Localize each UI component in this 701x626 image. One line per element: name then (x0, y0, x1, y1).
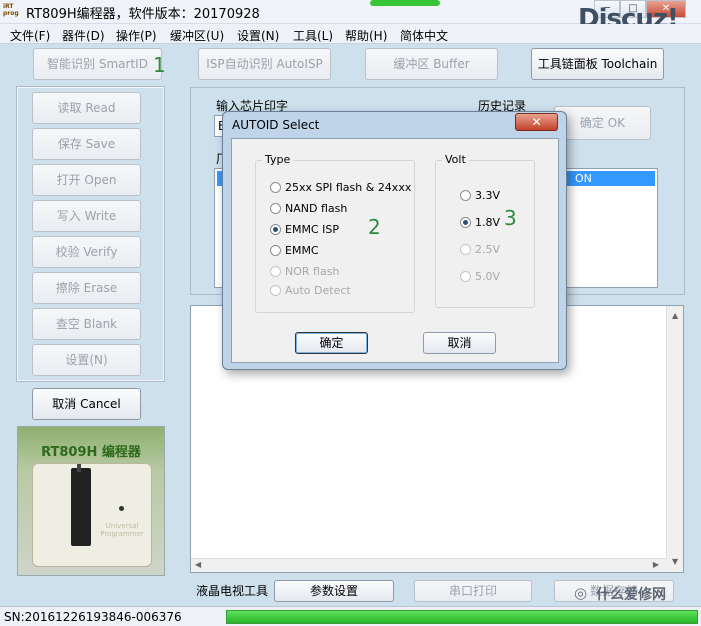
dialog-ok-button[interactable]: 确定 (295, 332, 368, 354)
site-watermark-text: 什么爱修网 (596, 587, 666, 603)
dialog-title: AUTOID Select (232, 118, 320, 132)
dialog-cancel-button[interactable]: 取消 (423, 332, 496, 354)
zif-socket (71, 468, 91, 546)
volt-option-2v5-label: 2.5V (475, 243, 501, 256)
type-option-emmc[interactable]: EMMC (270, 244, 319, 257)
write-button[interactable]: 写入 Write (32, 200, 141, 232)
volt-group-label: Volt (442, 153, 469, 166)
annotation-mark-3: 3 (504, 206, 517, 230)
type-option-auto-label: Auto Detect (285, 284, 351, 297)
volt-option-3v3-label: 3.3V (475, 189, 501, 202)
radio-icon[interactable] (270, 182, 281, 193)
progress-bar (226, 610, 698, 624)
buffer-button[interactable]: 缓冲区 Buffer (365, 48, 498, 80)
title-bar: iRT prog RT809H编程器，软件版本：20170928 ─ □ ✕ D… (0, 0, 701, 34)
volt-option-3v3[interactable]: 3.3V (460, 189, 500, 202)
progress-indicator-top (370, 0, 440, 6)
log-hscrollbar[interactable]: ◀ ▶ (191, 558, 667, 572)
window-title: RT809H编程器，软件版本：20170928 (26, 7, 260, 22)
menu-language[interactable]: 简体中文 (400, 27, 448, 44)
radio-icon (270, 266, 281, 277)
menu-help[interactable]: 帮助(H) (345, 27, 387, 44)
autoid-select-dialog: AUTOID Select ✕ Type 25xx SPI flash & 24… (222, 111, 567, 370)
type-option-emmc-isp-label: EMMC ISP (285, 223, 339, 236)
product-label: RT809H 编程器 (41, 445, 141, 460)
scroll-down-arrow-icon[interactable]: ▼ (672, 557, 678, 566)
volt-option-2v5: 2.5V (460, 243, 500, 256)
type-option-nand-label: NAND flash (285, 202, 348, 215)
scroll-right-arrow-icon[interactable]: ▶ (653, 560, 659, 569)
menu-bar: 文件(F) 器件(D) 操作(P) 缓冲区(U) 设置(N) 工具(L) 帮助(… (0, 24, 701, 44)
erase-button[interactable]: 擦除 Erase (32, 272, 141, 304)
type-option-auto: Auto Detect (270, 284, 351, 297)
radio-checked-icon[interactable] (460, 217, 471, 228)
dialog-close-icon[interactable]: ✕ (515, 113, 558, 131)
type-option-spi-label: 25xx SPI flash & 24xxx (285, 181, 412, 194)
menu-file[interactable]: 文件(F) (10, 27, 50, 44)
radio-icon[interactable] (460, 190, 471, 201)
radio-checked-icon[interactable] (270, 224, 281, 235)
ok-button[interactable]: 确定 OK (554, 106, 651, 140)
socket-lever (77, 464, 81, 472)
menu-settings[interactable]: 设置(N) (237, 27, 279, 44)
type-groupbox: Type 25xx SPI flash & 24xxx NAND flash E… (255, 153, 415, 313)
serial-print-button[interactable]: 串口打印 (414, 580, 532, 602)
volt-option-5v0: 5.0V (460, 270, 500, 283)
volt-groupbox: Volt 3.3V 1.8V 2.5V 5.0V 3 (435, 153, 535, 308)
annotation-mark-1: 1 (153, 53, 166, 77)
radio-icon (270, 285, 281, 296)
type-option-nor-label: NOR flash (285, 265, 340, 278)
status-bar: SN:20161226193846-006376 (0, 606, 701, 626)
radio-icon[interactable] (270, 203, 281, 214)
volt-option-1v8-label: 1.8V (475, 216, 501, 229)
product-image: RT809H 编程器 Universal Programmer (17, 426, 165, 576)
device-text: Universal Programmer (100, 522, 144, 538)
annotation-mark-2: 2 (368, 215, 381, 239)
volt-option-1v8[interactable]: 1.8V (460, 216, 500, 229)
type-option-nand[interactable]: NAND flash (270, 202, 347, 215)
app-icon: iRT prog (3, 3, 19, 17)
menu-device[interactable]: 器件(D) (62, 27, 105, 44)
volt-option-5v0-label: 5.0V (475, 270, 501, 283)
param-settings-button[interactable]: 参数设置 (274, 580, 394, 602)
settings-button[interactable]: 设置(N) (32, 344, 141, 376)
dialog-body: Type 25xx SPI flash & 24xxx NAND flash E… (231, 138, 559, 363)
radio-icon (460, 271, 471, 282)
type-option-emmc-label: EMMC (285, 244, 319, 257)
led-indicator (119, 506, 124, 511)
radio-icon (460, 244, 471, 255)
type-option-emmc-isp[interactable]: EMMC ISP (270, 223, 339, 236)
lcd-tool-label: 液晶电视工具 (196, 584, 269, 598)
type-option-spi[interactable]: 25xx SPI flash & 24xxx (270, 181, 411, 194)
radio-icon[interactable] (270, 245, 281, 256)
read-button[interactable]: 读取 Read (32, 92, 141, 124)
cancel-button[interactable]: 取消 Cancel (32, 388, 141, 420)
programmer-device: Universal Programmer (32, 463, 152, 567)
smartid-button[interactable]: 智能识别 SmartID (33, 48, 162, 80)
menu-operate[interactable]: 操作(P) (116, 27, 157, 44)
open-button[interactable]: 打开 Open (32, 164, 141, 196)
toolchain-button[interactable]: 工具链面板 Toolchain (531, 48, 664, 80)
selected-row-text: ON (575, 172, 592, 185)
save-button[interactable]: 保存 Save (32, 128, 141, 160)
site-watermark: ◎ 什么爱修网 (574, 582, 684, 604)
verify-button[interactable]: 校验 Verify (32, 236, 141, 268)
type-group-label: Type (262, 153, 294, 166)
autoisp-button[interactable]: ISP自动识别 AutoISP (198, 48, 331, 80)
scroll-left-arrow-icon[interactable]: ◀ (195, 560, 201, 569)
menu-buffer[interactable]: 缓冲区(U) (170, 27, 224, 44)
chat-icon: ◎ (574, 584, 588, 602)
blank-button[interactable]: 查空 Blank (32, 308, 141, 340)
serial-number: SN:20161226193846-006376 (4, 610, 182, 624)
scroll-up-arrow-icon[interactable]: ▲ (672, 311, 678, 320)
log-scrollbar[interactable]: ▲ ▼ (666, 306, 683, 572)
menu-tools[interactable]: 工具(L) (293, 27, 333, 44)
type-option-nor: NOR flash (270, 265, 339, 278)
